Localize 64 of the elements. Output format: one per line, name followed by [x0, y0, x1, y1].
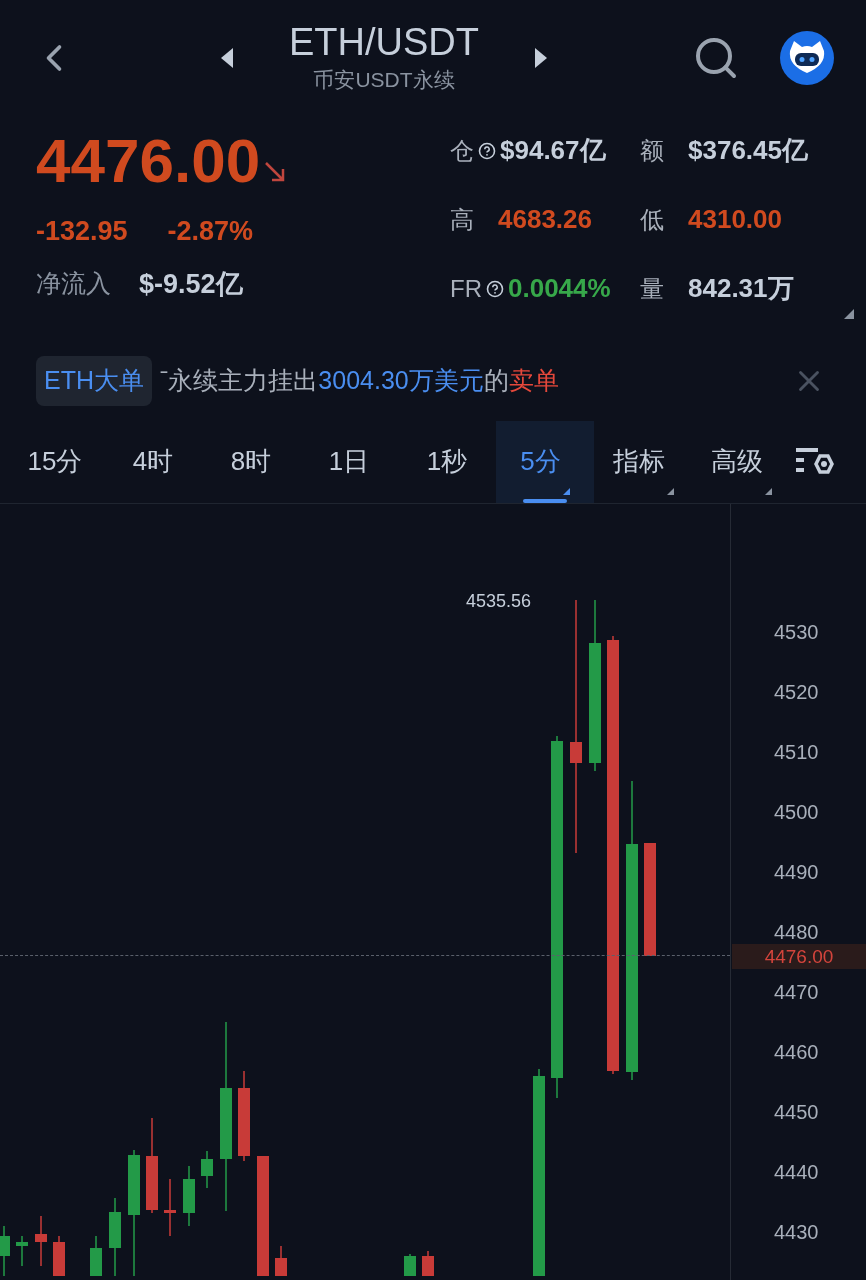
- notice-tag: ETH大单: [36, 356, 152, 406]
- high-price-label: 4535.56: [466, 590, 532, 613]
- help-icon[interactable]: [486, 279, 504, 298]
- candlestick: [35, 1216, 47, 1266]
- net-flow-value: $-9.52亿: [139, 267, 243, 301]
- stat-value: 842.31万: [688, 272, 794, 306]
- candlestick: [0, 1226, 10, 1276]
- notice-text: ˉ永续主力挂出3004.30万美元的卖单: [160, 365, 559, 397]
- next-icon[interactable]: [535, 47, 547, 68]
- axis-label: 4490: [774, 860, 820, 884]
- axis-label: 4440: [774, 1160, 820, 1184]
- candlestick: [53, 1236, 65, 1276]
- stat-label: 仓: [450, 135, 474, 166]
- axis-label: 4520: [774, 680, 820, 704]
- help-icon[interactable]: [478, 141, 496, 160]
- interval-tab[interactable]: 1秒: [398, 420, 496, 503]
- market-subtitle: 币安USDT永续: [313, 66, 455, 93]
- net-flow-label: 净流入: [36, 268, 111, 300]
- interval-tab[interactable]: 1日: [300, 420, 398, 503]
- interval-tab[interactable]: 4时: [104, 420, 202, 503]
- dropdown-caret-icon: [562, 488, 570, 495]
- axis-label: 4450: [774, 1100, 820, 1124]
- interval-tab[interactable]: 高级: [692, 420, 790, 503]
- stat-label: 低: [640, 204, 664, 235]
- stat-value: 0.0044%: [508, 272, 611, 306]
- dropdown-caret-icon: [666, 488, 674, 495]
- axis-label: 4530: [774, 620, 820, 644]
- axis-label: 4470: [774, 980, 820, 1004]
- candlestick: [90, 1236, 102, 1276]
- stat-label: 额: [640, 135, 664, 166]
- axis-label: 4430: [774, 1220, 820, 1244]
- stat-label: 量: [640, 273, 664, 304]
- stat-label: 高: [450, 204, 474, 235]
- candlestick: [16, 1236, 28, 1266]
- current-price-label: 4476.00: [732, 944, 866, 969]
- candlestick: [201, 1151, 213, 1188]
- previous-icon[interactable]: [221, 47, 233, 68]
- interval-tab[interactable]: 5分: [496, 420, 594, 503]
- candlestick: [422, 1251, 434, 1276]
- axis-label: 4480: [774, 920, 820, 944]
- robot-avatar-icon[interactable]: [780, 30, 834, 85]
- candlestick: [275, 1246, 287, 1276]
- price-change: -132.95: [36, 215, 128, 249]
- last-price: 4476.00: [36, 125, 261, 198]
- stat-value: 4310.00: [688, 203, 782, 237]
- candlestick: [164, 1179, 176, 1236]
- interval-tab[interactable]: 15分: [6, 420, 104, 503]
- selected-underline: [523, 499, 567, 503]
- candlestick: [183, 1166, 195, 1226]
- axis-label: 4500: [774, 800, 820, 824]
- price-change-percent: -2.87%: [167, 215, 254, 249]
- pair-title: ETH/USDT: [289, 19, 479, 64]
- axis-label: 4510: [774, 740, 820, 764]
- down-arrow-icon: [264, 161, 287, 184]
- candlestick: [404, 1254, 416, 1276]
- dropdown-caret-icon: [764, 488, 772, 495]
- expand-corner-icon[interactable]: [844, 309, 854, 320]
- stat-value: $94.67亿: [500, 134, 606, 168]
- stat-label: FR: [450, 273, 482, 304]
- stat-value: 4683.26: [498, 203, 592, 237]
- axis-label: 4460: [774, 1040, 820, 1064]
- stat-value: $376.45亿: [688, 134, 808, 168]
- interval-tab[interactable]: 8时: [202, 420, 300, 503]
- interval-tab[interactable]: 指标: [594, 420, 692, 503]
